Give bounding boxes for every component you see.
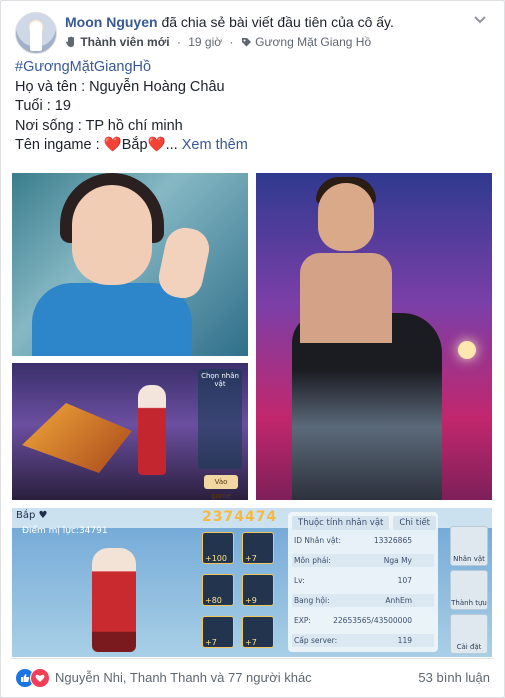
post-text: #GươngMặtGiangHồ Họ và tên : Nguyễn Hoàn… xyxy=(15,58,485,156)
text-line-ingame: Tên ingame : ❤️Bắp❤️... Xem thêm xyxy=(15,137,248,153)
stat-row: Môn phái: Nga My xyxy=(292,554,434,567)
text-line-home: Nơi sống : TP hồ chí minh xyxy=(15,117,183,134)
hud-power: Điểm mị lực:34791 xyxy=(22,526,108,536)
side-button-character: Nhân vật xyxy=(450,526,488,566)
game-character xyxy=(92,548,136,652)
ingame-name: Bắp xyxy=(121,137,148,153)
tab-attributes: Thuộc tính nhân vật xyxy=(292,516,390,530)
reaction-icons[interactable] xyxy=(15,668,55,688)
character-select-panel: Chọn nhân vật xyxy=(198,369,242,469)
divider xyxy=(11,658,494,659)
photo-portrait[interactable] xyxy=(256,173,492,500)
text-line-name: Họ và tên : Nguyễn Hoàng Châu xyxy=(15,78,225,95)
see-more-link[interactable]: Xem thêm xyxy=(182,137,248,153)
photo-selfie[interactable] xyxy=(12,173,248,356)
hud-player-name: Bắp ♥ xyxy=(16,510,48,521)
heart-emoji: ❤️ xyxy=(103,137,122,153)
game-side-menu: Nhân vật Thành tựu Cài đặt xyxy=(446,526,490,654)
chevron-down-icon[interactable] xyxy=(470,12,490,32)
author-name[interactable]: Moon Nguyen xyxy=(65,14,158,30)
post-card: Moon Nguyen đã chia sẻ bài viết đầu tiên… xyxy=(0,0,505,698)
stat-row: ID Nhân vật: 13326865 xyxy=(294,536,412,545)
new-member-icon xyxy=(66,36,74,47)
side-button-achievements: Thành tựu xyxy=(450,570,488,610)
equipment-slots: +100 +7 +80 +9 +7 +7 xyxy=(202,532,278,654)
hashtag-link[interactable]: #GươngMặtGiangHồ xyxy=(15,58,485,78)
photo-game-stats[interactable]: Bắp ♥ 2374474 Điểm mị lực:34791 +100 +7 … xyxy=(12,508,492,657)
heart-emoji: ❤️ xyxy=(147,137,166,153)
character-info-panel: Thuộc tính nhân vật Chi tiết ID Nhân vật:… xyxy=(288,512,438,652)
avatar[interactable] xyxy=(15,12,57,54)
photo-game-character-select[interactable]: Chọn nhân vật Vào game xyxy=(12,363,248,500)
hud-score: 2374474 xyxy=(202,509,278,525)
love-icon xyxy=(30,668,50,688)
comments-count[interactable]: 53 bình luận xyxy=(418,670,490,685)
reactors-text[interactable]: Nguyễn Nhi, Thanh Thanh và 77 người khác xyxy=(55,670,312,685)
text-line-age: Tuổi : 19 xyxy=(15,98,71,114)
post-meta: Thành viên mới · 19 giờ · Gương Mặt Gian… xyxy=(65,35,371,49)
stat-row: Cấp server: 119 xyxy=(292,634,434,647)
start-game-button: Vào game xyxy=(204,475,238,500)
post-header: Moon Nguyen đã chia sẻ bài viết đầu tiên… xyxy=(15,12,490,56)
stat-row: Bang hội: AnhEm xyxy=(292,594,434,607)
side-button-settings: Cài đặt xyxy=(450,614,488,654)
post-action: đã chia sẻ bài viết đầu tiên của cô ấy. xyxy=(161,14,394,30)
post-footer: Nguyễn Nhi, Thanh Thanh và 77 người khác… xyxy=(15,667,490,689)
post-title-line: Moon Nguyen đã chia sẻ bài viết đầu tiên… xyxy=(65,14,394,30)
post-time[interactable]: 19 giờ xyxy=(188,35,222,49)
tag-icon xyxy=(241,38,251,47)
stat-row: Lv: 107 xyxy=(294,576,412,585)
group-link[interactable]: Gương Mặt Giang Hồ xyxy=(255,35,371,49)
stat-row: EXP: 22653565/43500000 xyxy=(294,616,412,625)
member-badge: Thành viên mới xyxy=(80,35,170,49)
tab-details: Chi tiết xyxy=(393,516,437,530)
